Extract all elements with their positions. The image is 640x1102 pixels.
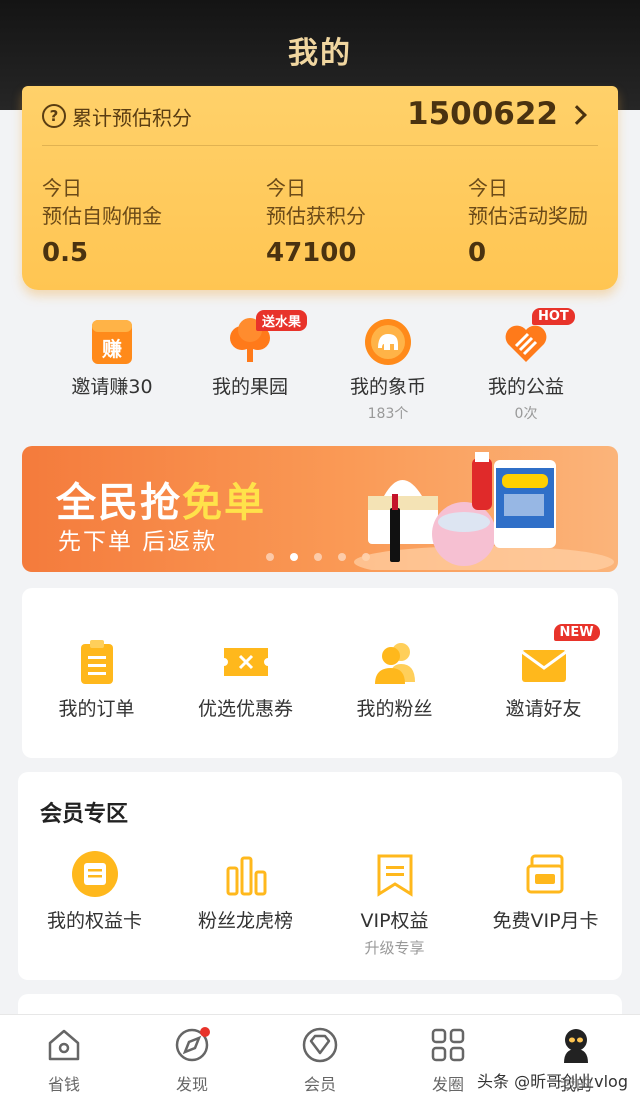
benefit-card-icon: [71, 850, 119, 898]
total-points-value: 1500622: [407, 96, 558, 132]
stat-value: 47100: [266, 238, 357, 268]
home-icon: [44, 1025, 84, 1065]
my-coins-item[interactable]: 我的象币 183个: [308, 308, 468, 423]
stat-label: 预估自购佣金: [42, 204, 162, 228]
benefit-card-item[interactable]: 我的权益卡: [20, 850, 169, 933]
grid-icon: [428, 1025, 468, 1065]
grid-label: 免费VIP月卡: [492, 910, 599, 932]
tab-label: 会员: [303, 1075, 336, 1094]
stat-label: 预估获积分: [266, 204, 366, 228]
fans-ranking-item[interactable]: 粉丝龙虎榜: [171, 850, 320, 933]
earn-icon: 赚: [88, 318, 136, 366]
free-vip-card-item[interactable]: 免费VIP月卡: [471, 850, 620, 933]
profile-icon: [556, 1025, 596, 1065]
banner-title: 全民抢免单: [56, 480, 266, 526]
watermark-text: 头条 @昕哥创业vlog: [477, 1072, 628, 1091]
stat-label: 预估活动奖励: [468, 204, 588, 228]
my-orchard-item[interactable]: 送水果 我的果园: [170, 308, 330, 399]
member-diamond-icon: [300, 1025, 340, 1065]
today-activity-reward: 今日 预估活动奖励 0: [468, 174, 588, 268]
coupons-item[interactable]: 优选优惠券: [171, 638, 320, 721]
invite-friends-item[interactable]: NEW 邀请好友: [469, 624, 618, 721]
clipboard-icon: [73, 638, 121, 686]
envelope-icon: NEW: [520, 624, 600, 686]
member-zone-card: 会员专区 我的权益卡 粉丝龙虎榜 VIP权益 升级专享 免费VIP月卡: [18, 772, 622, 980]
chevron-right-icon[interactable]: [567, 105, 587, 125]
coupon-icon: [222, 638, 270, 686]
tab-save-money[interactable]: 省钱: [0, 1025, 128, 1095]
today-estimated-points: 今日 预估获积分 47100: [266, 174, 366, 268]
carousel-dot[interactable]: [290, 553, 298, 561]
stat-value: 0: [468, 238, 487, 268]
banner-subtitle: 先下单 后返款: [58, 529, 218, 555]
new-tag: NEW: [553, 624, 600, 641]
promo-banner[interactable]: 全民抢免单 先下单 后返款: [22, 446, 618, 572]
elephant-coin-icon: [364, 318, 412, 366]
tab-label: 省钱: [47, 1075, 80, 1094]
quick-label: 我的果园: [211, 376, 288, 398]
product-collage-image: [354, 452, 614, 570]
tab-member[interactable]: 会员: [256, 1025, 384, 1095]
tab-label: 发现: [175, 1075, 208, 1094]
quick-actions: 赚 邀请赚30 送水果 我的果园 我的象币 183个 HOT 我的公益 0次: [0, 308, 640, 426]
grid-label: 我的订单: [58, 698, 135, 720]
grid-label: 邀请好友: [505, 698, 582, 720]
today-label: 今日: [42, 176, 82, 200]
quick-label: 我的公益: [487, 376, 564, 398]
heart-icon: HOT: [502, 308, 575, 366]
grid-label: VIP权益: [360, 910, 429, 932]
page-title: 我的: [288, 36, 352, 71]
tree-icon: 送水果: [226, 310, 308, 366]
quick-label: 邀请赚30: [71, 376, 153, 398]
vip-card-icon: [522, 850, 570, 898]
total-points-row[interactable]: ? 累计预估积分 1500622: [42, 96, 598, 146]
today-label: 今日: [468, 176, 508, 200]
grid-label: 我的权益卡: [46, 910, 142, 932]
vip-benefits-item[interactable]: VIP权益 升级专享: [320, 850, 469, 958]
charity-count: 0次: [514, 406, 538, 422]
carousel-dot[interactable]: [314, 553, 322, 561]
section-title: 会员专区: [40, 802, 129, 827]
coin-count: 183个: [367, 406, 409, 422]
hot-tag: HOT: [532, 308, 575, 325]
total-points-label: 累计预估积分: [72, 106, 192, 130]
question-circle-icon[interactable]: ?: [42, 104, 66, 128]
orders-card: 我的订单 优选优惠券 我的粉丝 NEW 邀请好友: [22, 588, 618, 758]
today-purchase-commission: 今日 预估自购佣金 0.5: [42, 174, 162, 268]
invite-earn-item[interactable]: 赚 邀请赚30: [32, 308, 192, 399]
fans-icon: [371, 638, 419, 686]
my-fans-item[interactable]: 我的粉丝: [320, 638, 469, 721]
quick-label: 我的象币: [349, 376, 426, 398]
vip-ribbon-icon: [371, 850, 419, 898]
gift-fruit-tag: 送水果: [256, 310, 308, 331]
compass-icon: [172, 1025, 212, 1065]
carousel-dot[interactable]: [266, 553, 274, 561]
svg-text:赚: 赚: [101, 337, 122, 361]
stat-value: 0.5: [42, 238, 89, 268]
my-orders-item[interactable]: 我的订单: [22, 638, 171, 721]
grid-sublabel: 升级专享: [364, 939, 425, 957]
points-card: ? 累计预估积分 1500622 今日 预估自购佣金 0.5 今日 预估获积分 …: [22, 86, 618, 290]
grid-label: 我的粉丝: [356, 698, 433, 720]
tab-discover[interactable]: 发现: [128, 1025, 256, 1095]
grid-label: 优选优惠券: [197, 698, 293, 720]
today-label: 今日: [266, 176, 306, 200]
grid-label: 粉丝龙虎榜: [197, 910, 293, 932]
bar-ranking-icon: [222, 850, 270, 898]
my-charity-item[interactable]: HOT 我的公益 0次: [446, 308, 606, 423]
